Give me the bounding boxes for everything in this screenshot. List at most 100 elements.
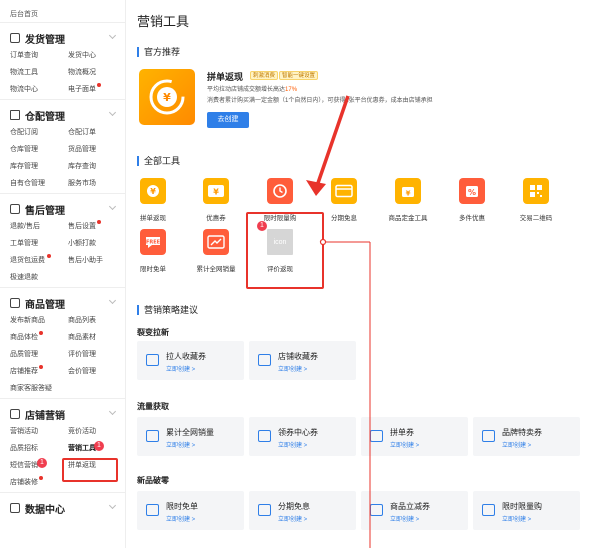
card-name: 限时免单 bbox=[166, 502, 198, 511]
sidebar-item[interactable]: 工单管理 bbox=[10, 238, 68, 249]
sidebar-item[interactable]: 品质管理 bbox=[10, 349, 68, 360]
create-link[interactable]: 立即创建 > bbox=[278, 514, 307, 523]
trend-icon bbox=[146, 430, 159, 442]
chevron-down-icon bbox=[108, 407, 117, 416]
sidebar-header-data[interactable]: 数据中心 bbox=[0, 501, 125, 516]
sidebar-item[interactable]: 仓库管理 bbox=[10, 144, 68, 155]
sidebar-item[interactable]: 库存管理 bbox=[10, 161, 68, 172]
sidebar-item[interactable]: 发货中心 bbox=[68, 50, 125, 61]
tool-deposit[interactable]: ¥ 商品定金工具 bbox=[378, 178, 438, 222]
tool-label: 交易二维码 bbox=[519, 215, 553, 222]
sidebar-item-aftersale-settings[interactable]: 售后设置 bbox=[68, 220, 125, 232]
sidebar-item[interactable]: 服务市场 bbox=[68, 178, 125, 189]
svg-text:FREE: FREE bbox=[146, 240, 161, 246]
create-link[interactable]: 立即创建 > bbox=[278, 440, 307, 449]
sidebar-item-shop-decor[interactable]: 店铺装修 bbox=[10, 476, 68, 488]
strategy-card[interactable]: 限时免单 立即创建 > bbox=[137, 491, 244, 530]
create-button[interactable]: 去创建 bbox=[207, 112, 249, 128]
credit-card-icon bbox=[331, 178, 357, 204]
product-icon bbox=[10, 298, 20, 308]
card-name: 拼单券 bbox=[390, 428, 414, 437]
create-link[interactable]: 立即创建 > bbox=[502, 514, 531, 523]
sidebar-item[interactable]: 竞价活动 bbox=[68, 426, 125, 437]
sidebar-item[interactable]: 商品列表 bbox=[68, 315, 125, 326]
sidebar-item[interactable]: 评价管理 bbox=[68, 349, 125, 360]
sidebar-item-return-shipping[interactable]: 退货包运费 bbox=[10, 254, 68, 266]
sidebar-header-aftersale[interactable]: 售后管理 bbox=[0, 202, 125, 217]
sidebar-item[interactable]: 品质招标 bbox=[10, 443, 68, 454]
chevron-down-icon bbox=[108, 108, 117, 117]
section-title: 数据中心 bbox=[25, 504, 65, 516]
chevron-down-icon bbox=[108, 31, 117, 40]
notification-badge: 1 bbox=[94, 441, 104, 451]
tool-qrcode[interactable]: 交易二维码 bbox=[506, 178, 566, 222]
sidebar-item[interactable]: 订单查询 bbox=[10, 50, 68, 61]
sidebar-item[interactable]: 物流中心 bbox=[10, 84, 68, 95]
cashback-icon: ¥ bbox=[139, 69, 195, 125]
sidebar-item[interactable]: 发布新商品 bbox=[10, 315, 68, 326]
sidebar-item[interactable]: 极速退款 bbox=[10, 272, 68, 283]
section-title: 发货管理 bbox=[25, 34, 65, 46]
cashback-icon: ¥ bbox=[140, 178, 166, 204]
create-link[interactable]: 立即创建 > bbox=[278, 364, 307, 373]
shop-icon bbox=[258, 354, 271, 366]
sidebar-item[interactable]: 商家客服答疑 bbox=[10, 383, 68, 394]
sidebar-item[interactable]: 货品管理 bbox=[68, 144, 125, 155]
strategy-card[interactable]: 拉人收藏券 立即创建 > bbox=[137, 341, 244, 380]
strategy-card[interactable]: 限时限量购 立即创建 > bbox=[473, 491, 580, 530]
notification-badge: 1 bbox=[37, 458, 47, 468]
sidebar-item-shop-recommend[interactable]: 店铺推荐 bbox=[10, 365, 68, 377]
desc-highlight: 17% bbox=[285, 87, 298, 93]
sidebar-header-products[interactable]: 商品管理 bbox=[0, 296, 125, 311]
sidebar-item[interactable]: 仓配订阅 bbox=[10, 127, 68, 138]
strategy-card[interactable]: 领券中心券 立即创建 > bbox=[249, 417, 356, 456]
sidebar-item[interactable]: 仓配订单 bbox=[68, 127, 125, 138]
create-link[interactable]: 立即创建 > bbox=[502, 440, 531, 449]
sidebar-item[interactable]: 售后小助手 bbox=[68, 255, 125, 266]
checklist-icon bbox=[10, 204, 20, 214]
sidebar-item[interactable]: 退款/售后 bbox=[10, 221, 68, 232]
tool-coupon[interactable]: ¥ 优惠券 bbox=[186, 178, 246, 222]
notification-dot bbox=[39, 476, 43, 480]
sidebar-item[interactable]: 自有仓管理 bbox=[10, 178, 68, 189]
tool-free-order[interactable]: FREE 限时免单 bbox=[123, 229, 183, 273]
recommend-tool-name: 拼单返现 bbox=[207, 72, 244, 82]
sidebar-item[interactable]: 物流概况 bbox=[68, 67, 125, 78]
strategy-card[interactable]: 拼单券 立即创建 > bbox=[361, 417, 468, 456]
svg-text:¥: ¥ bbox=[163, 91, 171, 104]
trend-icon bbox=[203, 229, 229, 255]
tool-cashback[interactable]: ¥ 拼单返现 bbox=[123, 178, 183, 222]
sidebar-item[interactable]: 物流工具 bbox=[10, 67, 68, 78]
sidebar-item[interactable]: 商品素材 bbox=[68, 332, 125, 343]
credit-card-icon bbox=[258, 504, 271, 516]
sidebar-item-home[interactable]: 后台首页 bbox=[0, 0, 125, 22]
tool-multi-discount[interactable]: % 多件优惠 bbox=[442, 178, 502, 222]
sidebar-item-waybill[interactable]: 电子面单 bbox=[68, 83, 125, 95]
sidebar-item[interactable]: 营销活动 bbox=[10, 426, 68, 437]
strategy-card[interactable]: 分期免息 立即创建 > bbox=[249, 491, 356, 530]
sidebar-item-product-check[interactable]: 商品体检 bbox=[10, 331, 68, 343]
notification-dot bbox=[39, 365, 43, 369]
sidebar-header-shipping[interactable]: 发货管理 bbox=[0, 31, 125, 46]
notification-dot bbox=[97, 83, 101, 87]
tool-total-sales[interactable]: 累计全网销量 bbox=[186, 229, 246, 273]
create-link[interactable]: 立即创建 > bbox=[166, 440, 195, 449]
sidebar-header-warehouse[interactable]: 仓配管理 bbox=[0, 108, 125, 123]
create-link[interactable]: 立即创建 > bbox=[390, 440, 419, 449]
sidebar-header-marketing[interactable]: 店铺营销 bbox=[0, 407, 125, 422]
strategy-card[interactable]: 商品立减券 立即创建 > bbox=[361, 491, 468, 530]
strategy-card[interactable]: 累计全网销量 立即创建 > bbox=[137, 417, 244, 456]
annotation-box-review-cashback bbox=[246, 212, 324, 289]
create-link[interactable]: 立即创建 > bbox=[390, 514, 419, 523]
create-link[interactable]: 立即创建 > bbox=[166, 514, 195, 523]
group-title: 新品破零 bbox=[137, 476, 169, 485]
annotation-box-sidebar bbox=[62, 458, 118, 482]
strategy-card[interactable]: 品牌特卖券 立即创建 > bbox=[473, 417, 580, 456]
sidebar-item[interactable]: 库存查询 bbox=[68, 161, 125, 172]
tool-label: 商品定金工具 bbox=[388, 215, 428, 222]
strategy-card[interactable]: 店铺收藏券 立即创建 > bbox=[249, 341, 356, 380]
sidebar-item[interactable]: 会价管理 bbox=[68, 366, 125, 377]
create-link[interactable]: 立即创建 > bbox=[166, 364, 195, 373]
card-name: 领券中心券 bbox=[278, 428, 318, 437]
sidebar-item[interactable]: 小额打款 bbox=[68, 238, 125, 249]
